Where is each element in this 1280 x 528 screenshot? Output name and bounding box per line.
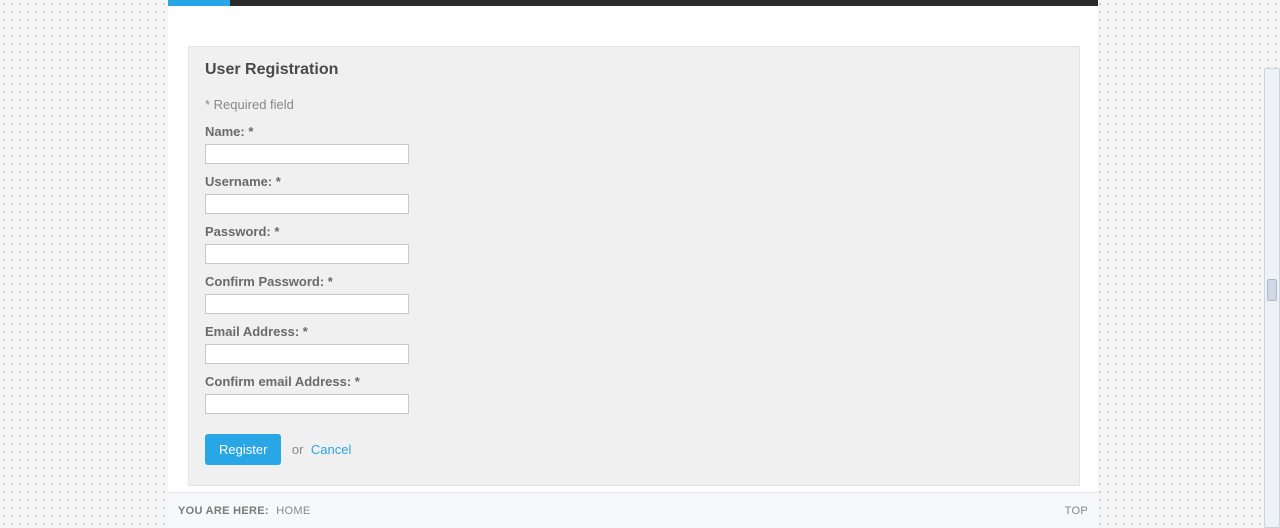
field-row-name: Name: * (205, 124, 1063, 164)
label-confirm-email: Confirm email Address: * (205, 374, 1063, 389)
label-confirm-password: Confirm Password: * (205, 274, 1063, 289)
top-nav-active-indicator (168, 0, 230, 6)
email-field[interactable] (205, 344, 409, 364)
name-field[interactable] (205, 144, 409, 164)
scrollbar-thumb[interactable] (1267, 279, 1277, 301)
required-field-note: * Required field (205, 97, 1063, 112)
field-row-confirm-email: Confirm email Address: * (205, 374, 1063, 414)
registration-form-panel: User Registration * Required field Name:… (188, 46, 1080, 486)
breadcrumb: YOU ARE HERE: HOME (178, 505, 310, 517)
password-field[interactable] (205, 244, 409, 264)
label-username: Username: * (205, 174, 1063, 189)
username-field[interactable] (205, 194, 409, 214)
form-actions: Register or Cancel (205, 434, 1063, 465)
top-nav-bar (168, 0, 1098, 6)
footer-bar: YOU ARE HERE: HOME TOP (168, 492, 1098, 528)
confirm-password-field[interactable] (205, 294, 409, 314)
back-to-top-link[interactable]: TOP (1065, 505, 1088, 517)
or-text: or (292, 442, 304, 457)
confirm-email-field[interactable] (205, 394, 409, 414)
register-button[interactable]: Register (205, 434, 281, 465)
cancel-link[interactable]: Cancel (311, 442, 351, 457)
field-row-password: Password: * (205, 224, 1063, 264)
label-name: Name: * (205, 124, 1063, 139)
breadcrumb-current[interactable]: HOME (276, 505, 310, 517)
breadcrumb-label: YOU ARE HERE: (178, 505, 269, 517)
page-container: User Registration * Required field Name:… (168, 0, 1098, 528)
field-row-email: Email Address: * (205, 324, 1063, 364)
field-row-confirm-password: Confirm Password: * (205, 274, 1063, 314)
form-title: User Registration (205, 61, 1063, 79)
label-password: Password: * (205, 224, 1063, 239)
field-row-username: Username: * (205, 174, 1063, 214)
vertical-scrollbar[interactable] (1264, 68, 1280, 528)
label-email: Email Address: * (205, 324, 1063, 339)
